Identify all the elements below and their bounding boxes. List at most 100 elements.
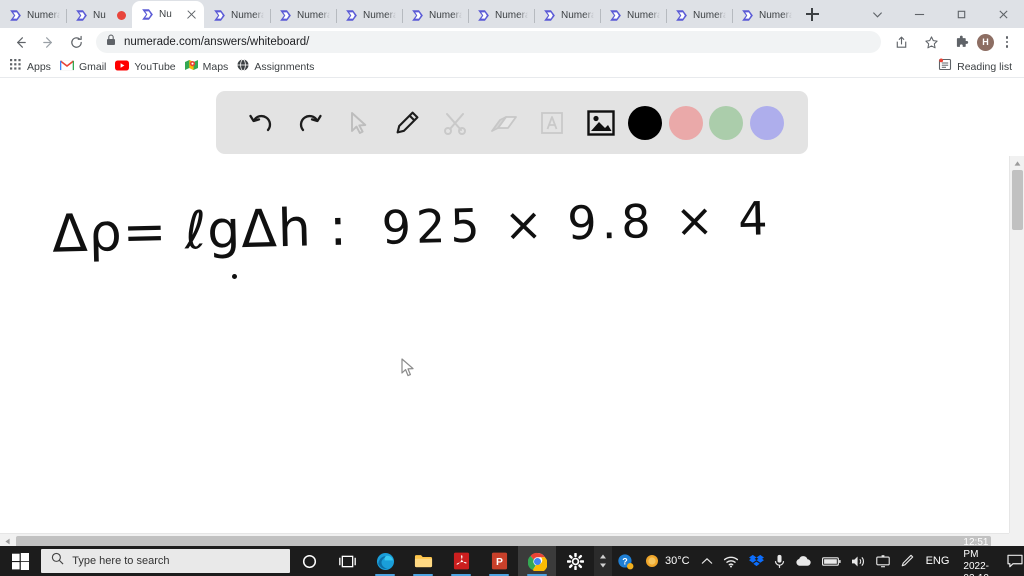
undo-icon[interactable] <box>240 102 282 144</box>
tab-close-icon[interactable] <box>185 8 198 21</box>
numerade-favicon <box>411 9 424 22</box>
page-vertical-scrollbar[interactable] <box>1009 156 1024 548</box>
browser-tab[interactable]: Numerade <box>468 2 534 28</box>
bookmark-apps[interactable]: Apps <box>8 57 58 77</box>
gear-icon[interactable] <box>556 546 594 576</box>
powerpoint-icon[interactable]: P <box>480 546 518 576</box>
profile-avatar[interactable]: H <box>977 33 994 51</box>
new-tab-button[interactable] <box>798 0 826 28</box>
numerade-favicon <box>543 9 556 22</box>
browser-tab[interactable]: Numerade <box>270 2 336 28</box>
browser-tab[interactable]: Numerade <box>732 2 798 28</box>
tab-title: Numerade <box>495 9 528 21</box>
omnibox-actions: H <box>887 29 1018 55</box>
address-bar-url: numerade.com/answers/whiteboard/ <box>124 36 310 48</box>
edge-icon[interactable] <box>366 546 404 576</box>
address-bar[interactable]: numerade.com/answers/whiteboard/ <box>96 31 881 53</box>
cortana-circle-icon[interactable] <box>290 546 328 576</box>
color-swatch-purple[interactable] <box>749 105 784 140</box>
tab-title: Nu <box>159 9 172 20</box>
numerade-favicon <box>345 9 358 22</box>
minimize-button[interactable] <box>898 0 940 28</box>
notifications-icon[interactable] <box>1005 546 1024 576</box>
maximize-button[interactable] <box>940 0 982 28</box>
bookmark-maps[interactable]: Maps <box>183 57 236 77</box>
close-window-button[interactable] <box>982 0 1024 28</box>
onedrive-cloud-icon[interactable] <box>790 546 817 576</box>
browser-tab[interactable]: Numerade <box>402 2 468 28</box>
color-swatch-green[interactable] <box>709 105 744 140</box>
browser-tab[interactable]: Numerade <box>336 2 402 28</box>
chrome-icon[interactable] <box>518 546 556 576</box>
clock-date: 2022-02-10 <box>963 561 989 576</box>
svg-text:P: P <box>496 557 503 568</box>
language-indicator[interactable]: ENG <box>919 555 957 567</box>
browser-tab[interactable]: Numerade <box>534 2 600 28</box>
color-swatch-pink[interactable] <box>668 105 703 140</box>
reading-list-icon <box>938 58 952 76</box>
project-screen-icon[interactable] <box>871 546 895 576</box>
image-icon[interactable] <box>580 102 622 144</box>
share-icon[interactable] <box>887 29 915 55</box>
pencil-icon[interactable] <box>386 102 428 144</box>
tab-title: Numerade <box>231 9 264 21</box>
weather-sun-icon[interactable] <box>639 546 665 576</box>
help-icon[interactable]: ? <box>612 546 639 576</box>
reload-button[interactable] <box>62 29 90 55</box>
taskbar-clock[interactable]: 12:51 PM 2022-02-10 <box>956 537 1005 576</box>
numerade-favicon <box>9 9 22 22</box>
browser-tab[interactable]: Numerade <box>600 2 666 28</box>
speaker-icon[interactable] <box>846 546 871 576</box>
numerade-favicon <box>741 9 754 22</box>
numerade-favicon <box>675 9 688 22</box>
scissors-tools-icon[interactable] <box>434 102 476 144</box>
bookmark-label: Assignments <box>254 60 315 73</box>
browser-navigation-bar: numerade.com/answers/whiteboard/ H <box>0 28 1024 56</box>
folder-icon[interactable] <box>404 546 442 576</box>
vertical-scroll-thumb[interactable] <box>1012 170 1023 230</box>
wifi-icon[interactable] <box>718 546 744 576</box>
ink-stray-dot <box>232 274 237 279</box>
reading-list-button[interactable]: Reading list <box>938 58 1016 76</box>
svg-text:?: ? <box>622 556 627 566</box>
tab-title: Nu <box>93 9 106 21</box>
weather-temperature[interactable]: 30°C <box>665 555 696 567</box>
eraser-icon[interactable] <box>483 102 525 144</box>
whiteboard-ink-content: Δρ= ℓgΔh : 925 × 9.8 × 4 <box>51 187 773 265</box>
task-view-icon[interactable] <box>328 546 366 576</box>
ink-line-1: Δρ= ℓgΔh : <box>51 197 349 265</box>
battery-icon[interactable] <box>817 546 846 576</box>
taskbar-search-box[interactable]: Type here to search <box>41 549 290 573</box>
tab-search-button[interactable] <box>856 0 898 28</box>
maps-icon <box>184 58 198 76</box>
clock-time: 12:51 PM <box>963 537 989 560</box>
browser-tab[interactable]: Nu <box>132 1 204 28</box>
forward-button[interactable] <box>34 29 62 55</box>
numerade-favicon <box>279 9 292 22</box>
dropbox-icon[interactable] <box>744 546 769 576</box>
assignments-globe-icon <box>237 58 249 76</box>
bookmark-gmail[interactable]: Gmail <box>58 57 113 77</box>
tab-strip-spacer <box>826 0 856 28</box>
cursor-arrow-icon[interactable] <box>337 102 379 144</box>
microphone-icon[interactable] <box>769 546 790 576</box>
back-button[interactable] <box>6 29 34 55</box>
puzzle-icon[interactable] <box>947 29 975 55</box>
bookmark-assignments[interactable]: Assignments <box>235 57 321 77</box>
pen-icon[interactable] <box>895 546 919 576</box>
taskbar-scroll-arrows[interactable] <box>594 546 612 576</box>
browser-tab[interactable]: Nu <box>66 2 132 28</box>
redo-icon[interactable] <box>289 102 331 144</box>
bookmark-star-icon[interactable] <box>917 29 945 55</box>
start-button[interactable] <box>0 546 40 576</box>
browser-tab[interactable]: Numerade <box>204 2 270 28</box>
bookmark-youtube[interactable]: YouTube <box>113 57 182 77</box>
browser-tab[interactable]: Numerade <box>0 2 66 28</box>
acrobat-icon[interactable] <box>442 546 480 576</box>
scroll-up-arrow[interactable] <box>1010 156 1024 170</box>
color-swatch-black[interactable] <box>628 105 663 140</box>
text-a-icon[interactable] <box>531 102 573 144</box>
chevron-up-icon[interactable] <box>696 546 718 576</box>
browser-menu-icon[interactable] <box>996 31 1018 53</box>
browser-tab[interactable]: Numerade <box>666 2 732 28</box>
